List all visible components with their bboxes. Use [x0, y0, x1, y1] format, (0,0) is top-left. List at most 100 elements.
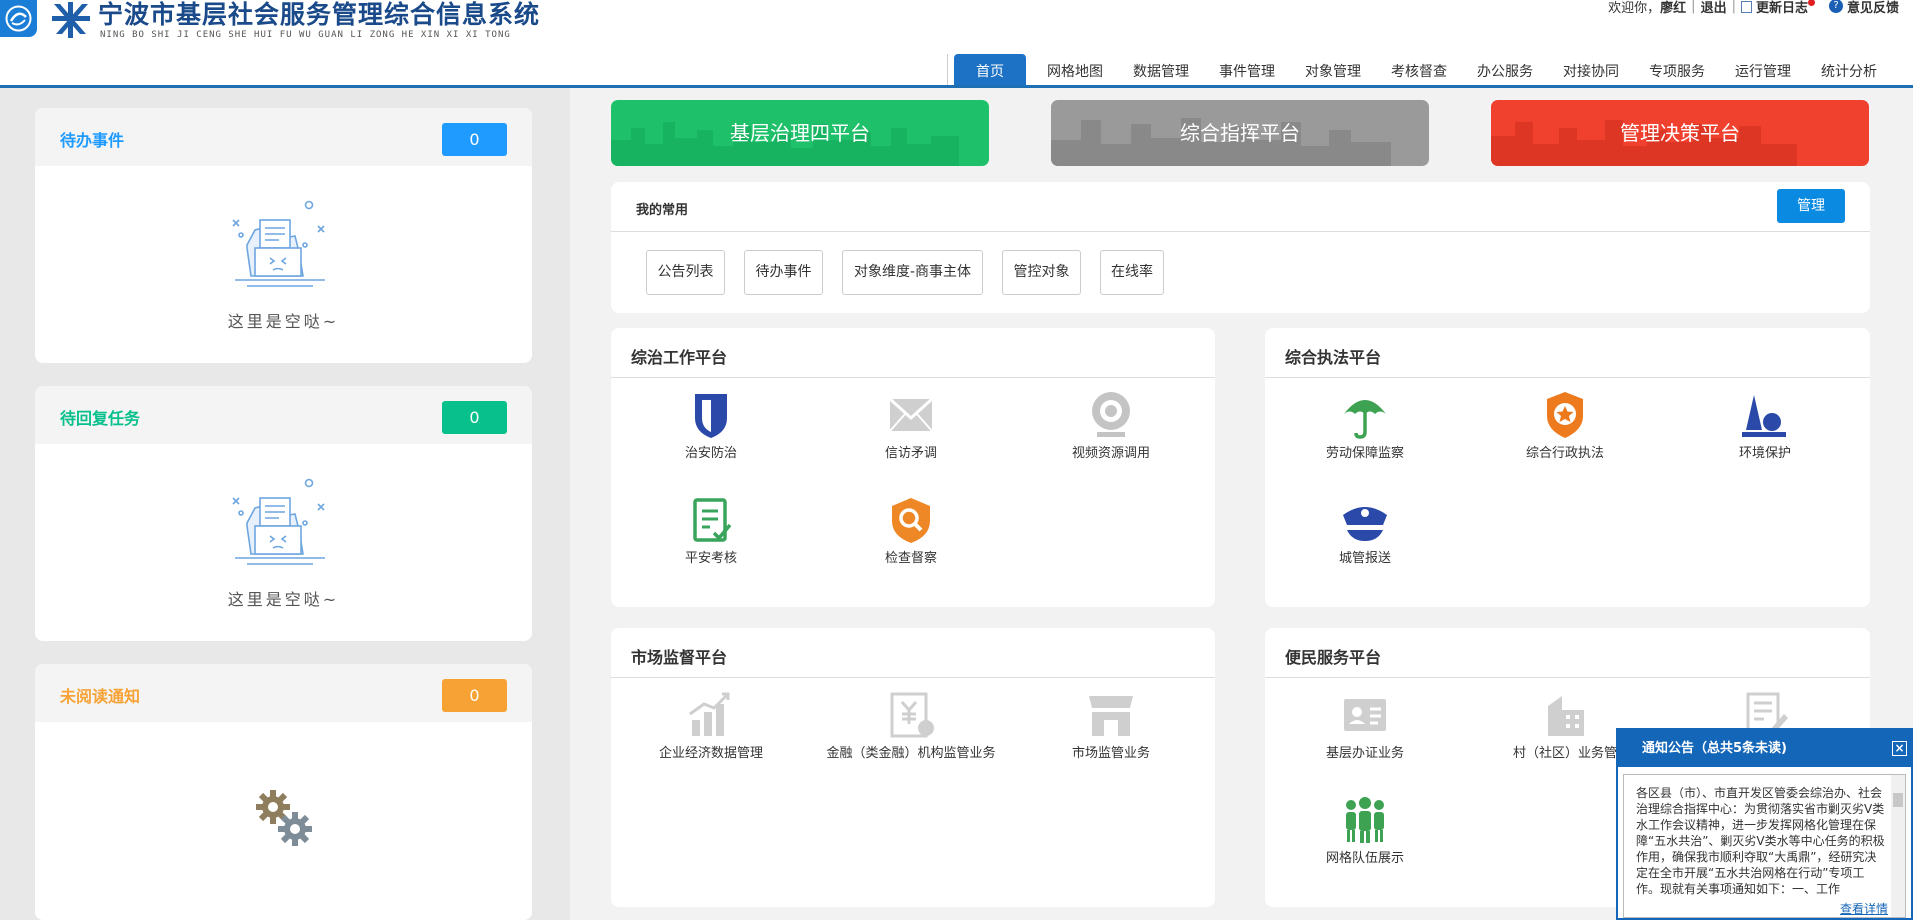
nav-tab-special[interactable]: 专项服务 [1634, 54, 1720, 85]
app-grid-team[interactable]: 网格队伍展示 [1265, 795, 1465, 866]
notice-title: 通知公告（总共5条未读) [1642, 741, 1787, 756]
ningbo-logo-icon [52, 2, 90, 38]
feedback-link[interactable]: 意见反馈 [1847, 0, 1899, 16]
panel-title: 市场监督平台 [631, 648, 728, 667]
app-enterprise-data[interactable]: 企业经济数据管理 [611, 690, 811, 761]
platform-grassroots-button[interactable]: 基层治理四平台 [611, 100, 989, 166]
welcome-text: 欢迎你， [1608, 0, 1661, 16]
app-label: 综合行政执法 [1525, 446, 1604, 461]
card-header: 待办事件 0 [35, 108, 532, 166]
close-icon[interactable]: × [1892, 741, 1907, 756]
platform-label: 基层治理四平台 [730, 121, 870, 145]
platform-command-button[interactable]: 综合指挥平台 [1051, 100, 1429, 166]
app-label: 市场监管业务 [1071, 746, 1150, 761]
market-supervision-panel: 市场监督平台 企业经济数据管理 金融（类金融）机构监管业务 市场监管业务 [611, 628, 1215, 907]
card-header: 未阅读通知 0 [35, 664, 532, 722]
count-badge[interactable]: 0 [442, 401, 507, 434]
envelope-icon [888, 397, 934, 432]
app-video-resources[interactable]: 视频资源调用 [1011, 390, 1211, 461]
nav-tab-operations[interactable]: 运行管理 [1720, 54, 1806, 85]
app-label: 信访矛调 [884, 446, 937, 461]
system-subtitle: NING BO SHI JI CENG SHE HUI FU WU GUAN L… [100, 30, 511, 40]
changelog-link[interactable]: 更新日志 [1756, 0, 1808, 16]
officer-cap-icon [1343, 507, 1387, 541]
app-urban-management[interactable]: 城管报送 [1265, 495, 1465, 566]
app-label: 金融（类金融）机构监管业务 [826, 746, 996, 761]
app-admin-enforcement[interactable]: 综合行政执法 [1465, 390, 1665, 461]
nav-tab-events[interactable]: 事件管理 [1204, 54, 1290, 85]
notice-content: 各区县（市）、市直开发区管委会综治办、社会治理综合指挥中心：为贯彻落实省市剿灭劣… [1623, 774, 1906, 918]
notice-popup: 通知公告（总共5条未读) × 各区县（市）、市直开发区管委会综治办、社会治理综合… [1616, 728, 1913, 920]
app-certificate-service[interactable]: 基层办证业务 [1265, 690, 1465, 761]
app-petition[interactable]: 信访矛调 [811, 390, 1011, 461]
nav-tab-grid-map[interactable]: 网格地图 [1032, 54, 1118, 85]
system-badge-icon[interactable] [0, 0, 37, 37]
favorite-notice-list[interactable]: 公告列表 [646, 250, 725, 295]
panel-header: 我的常用 管理 [611, 182, 1870, 232]
app-label: 平安考核 [684, 551, 737, 566]
law-enforcement-panel: 综合执法平台 劳动保障监察 综合行政执法 环境保护 城管报送 [1265, 328, 1870, 607]
nav-tab-statistics[interactable]: 统计分析 [1806, 54, 1892, 85]
app-environmental[interactable]: 环境保护 [1665, 390, 1865, 461]
app-labor-inspection[interactable]: 劳动保障监察 [1265, 390, 1465, 461]
favorites-panel: 我的常用 管理 公告列表 待办事件 对象维度-商事主体 管控对象 在线率 [611, 182, 1870, 313]
unread-notices-card: 未阅读通知 0 [35, 664, 532, 920]
card-title[interactable]: 待回复任务 [60, 405, 140, 429]
left-sidebar: 待办事件 0 这里是空哒~ 待回复任务 0 这里是空哒~ 未阅读通知 0 [0, 88, 570, 920]
empty-message: 这里是空哒~ [227, 312, 340, 331]
app-label: 治安防治 [684, 446, 737, 461]
new-badge-icon [1807, 0, 1815, 6]
scroll-thumb[interactable] [1893, 793, 1903, 807]
camera-icon [1092, 392, 1130, 437]
nav-tab-audit[interactable]: 考核督查 [1376, 54, 1462, 85]
nav-tab-data[interactable]: 数据管理 [1118, 54, 1204, 85]
view-details-link[interactable]: 查看详情 [1836, 900, 1888, 917]
top-user-bar: 欢迎你， 廖红 | 退出 | 更新日志 ? 意见反馈 [1608, 0, 1899, 16]
building-icon [1548, 696, 1584, 736]
count-badge[interactable]: 0 [442, 679, 507, 712]
nav-tab-home[interactable]: 首页 [954, 54, 1026, 85]
divider: | [1691, 0, 1696, 14]
reply-tasks-card: 待回复任务 0 这里是空哒~ [35, 386, 532, 641]
clipboard-check-icon [693, 498, 732, 542]
shield-icon [695, 394, 727, 438]
favorite-todo-events[interactable]: 待办事件 [744, 250, 823, 295]
card-title[interactable]: 未阅读通知 [60, 683, 140, 707]
panel-header: 综合执法平台 [1265, 328, 1870, 378]
panel-header: 综治工作平台 [611, 328, 1215, 378]
empty-inbox-icon [232, 200, 325, 287]
panel-header: 便民服务平台 [1265, 628, 1870, 678]
app-market-regulation[interactable]: 市场监管业务 [1011, 690, 1211, 761]
police-badge-icon [1547, 392, 1583, 438]
manage-button[interactable]: 管理 [1777, 189, 1845, 223]
search-shield-icon [892, 498, 930, 543]
favorite-online-rate[interactable]: 在线率 [1100, 250, 1164, 295]
app-label: 视频资源调用 [1071, 446, 1150, 461]
favorite-controlled-objects[interactable]: 管控对象 [1002, 250, 1081, 295]
app-label: 劳动保障监察 [1325, 446, 1404, 461]
user-name[interactable]: 廖红 [1660, 0, 1686, 16]
changelog-icon [1740, 1, 1752, 13]
favorite-business-entity[interactable]: 对象维度-商事主体 [842, 250, 983, 295]
count-badge[interactable]: 0 [442, 123, 507, 156]
divider: | [1731, 0, 1736, 14]
nav-tab-collab[interactable]: 对接协同 [1548, 54, 1634, 85]
team-icon [1346, 797, 1384, 843]
app-public-security[interactable]: 治安防治 [611, 390, 811, 461]
app-inspection[interactable]: 检查督察 [811, 495, 1011, 566]
nav-tab-office[interactable]: 办公服务 [1462, 54, 1548, 85]
empty-inbox-icon [232, 478, 325, 565]
bar-chart-icon [689, 692, 730, 736]
app-financial-supervision[interactable]: 金融（类金融）机构监管业务 [811, 690, 1011, 761]
nav-tab-objects[interactable]: 对象管理 [1290, 54, 1376, 85]
platform-decision-button[interactable]: 管理决策平台 [1491, 100, 1869, 166]
app-safety-assessment[interactable]: 平安考核 [611, 495, 811, 566]
notice-body: 各区县（市）、市直开发区管委会综治办、社会治理综合指挥中心：为贯彻落实省市剿灭劣… [1636, 786, 1885, 896]
notice-header: 通知公告（总共5条未读) × [1618, 730, 1911, 767]
card-title[interactable]: 待办事件 [60, 127, 124, 151]
logout-link[interactable]: 退出 [1701, 0, 1727, 16]
zongzhi-platform-panel: 综治工作平台 治安防治 信访矛调 视频资源调用 平安考核 检查督察 [611, 328, 1215, 607]
notice-scrollbar[interactable] [1891, 775, 1905, 917]
loading-gears-icon [256, 790, 312, 846]
tree-icon [1742, 395, 1786, 437]
